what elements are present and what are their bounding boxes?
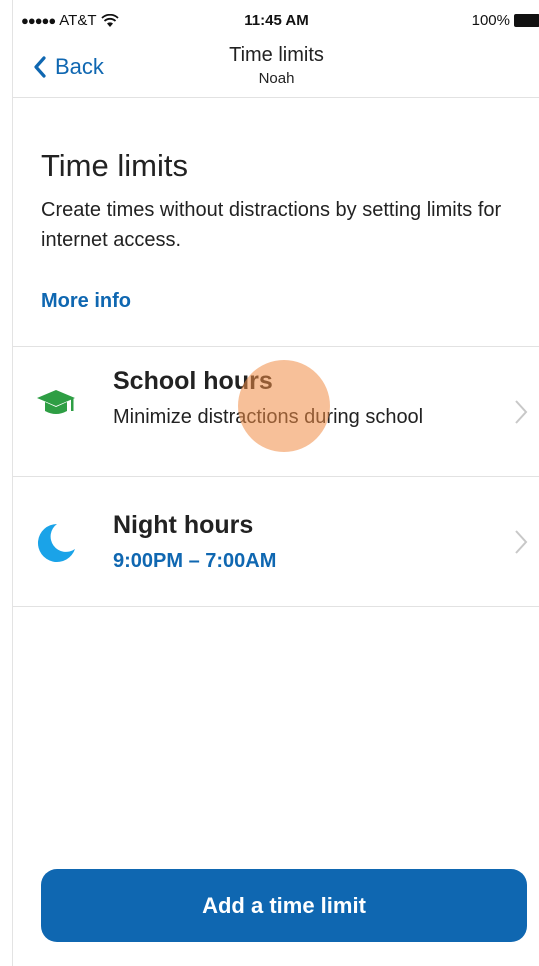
chevron-right-icon (515, 530, 528, 554)
page-title: Time limits (41, 148, 188, 183)
item-title: Night hours (113, 511, 254, 539)
chevron-right-icon (515, 400, 528, 424)
graduation-cap-icon (37, 390, 75, 414)
status-time: 11:45 AM (244, 12, 309, 29)
page-description: Create times without distractions by set… (41, 199, 502, 251)
battery-percent: 100% (471, 12, 510, 29)
intro-section: Time limits Create times without distrac… (41, 145, 521, 255)
moon-icon (37, 524, 75, 562)
item-subtitle: 9:00PM – 7:00AM (113, 550, 277, 572)
more-info-link[interactable]: More info (41, 290, 131, 313)
add-time-limit-button[interactable]: Add a time limit (41, 869, 527, 942)
nav-bar: Back Time limits Noah (13, 40, 539, 98)
status-right: 100% (472, 12, 539, 29)
battery-icon (514, 14, 539, 27)
list-item-night-hours[interactable]: Night hours 9:00PM – 7:00AM (13, 477, 539, 607)
touch-indicator (238, 360, 330, 452)
nav-subtitle: Noah (258, 70, 295, 87)
status-bar: ●●●●● AT&T 11:45 AM 100% (13, 0, 539, 40)
phone-screen: ●●●●● AT&T 11:45 AM 100% Back Time limit… (12, 0, 539, 966)
nav-title: Time limits (229, 44, 324, 66)
